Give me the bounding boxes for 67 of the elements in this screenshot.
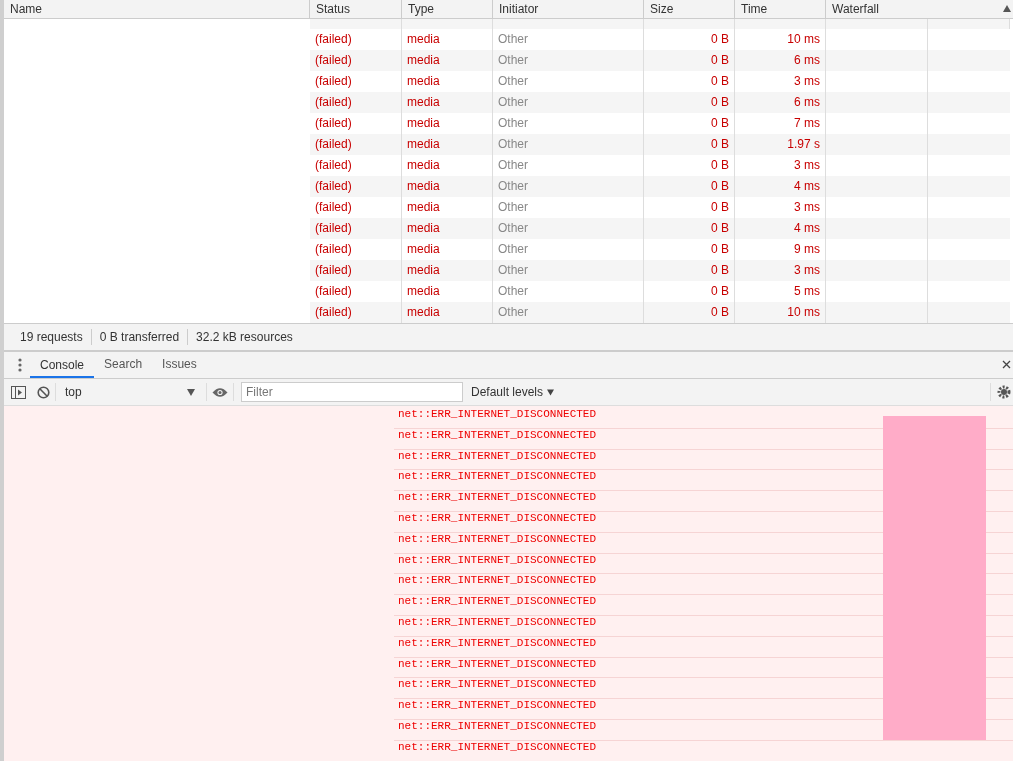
status-cell: (failed) — [310, 134, 402, 155]
error-message: net::ERR_INTERNET_DISCONNECTED — [397, 512, 597, 524]
summary-text: 0 B transferred — [91, 329, 189, 345]
type-cell: media — [402, 134, 493, 155]
size-cell: 0 B — [644, 50, 735, 71]
error-message: net::ERR_INTERNET_DISCONNECTED — [397, 491, 597, 504]
time-cell: 1.97 s — [735, 134, 826, 155]
column-header[interactable]: Type — [402, 0, 493, 18]
column-header[interactable]: Status — [310, 0, 402, 18]
error-message: net::ERR_INTERNET_DISCONNECTED — [397, 657, 597, 670]
time-cell: 6 ms — [735, 92, 826, 113]
error-message: net::ERR_INTERNET_DISCONNECTED — [397, 678, 597, 691]
error-message: net::ERR_INTERNET_DISCONNECTED — [397, 574, 597, 587]
error-message: net::ERR_INTERNET_DISCONNECTED — [397, 699, 597, 712]
initiator-cell: Other — [493, 50, 644, 71]
status-cell: (failed) — [310, 176, 402, 197]
drawer-tab[interactable]: Issues — [152, 352, 207, 378]
size-cell: 0 B — [644, 302, 735, 323]
time-cell: 3 ms — [735, 260, 826, 281]
initiator-cell: Other — [493, 302, 644, 323]
type-cell: media — [402, 176, 493, 197]
summary-text: 32.2 kB resources — [195, 329, 294, 345]
type-cell: media — [402, 50, 493, 71]
size-cell: 0 B — [644, 176, 735, 197]
status-cell: (failed) — [310, 260, 402, 281]
error-message: net::ERR_INTERNET_DISCONNECTED — [397, 740, 597, 753]
column-header[interactable]: Initiator — [493, 0, 644, 18]
size-cell: 0 B — [644, 260, 735, 281]
column-header[interactable]: Name — [4, 0, 310, 18]
error-message: net::ERR_INTERNET_DISCONNECTED — [397, 428, 597, 441]
size-cell: 0 B — [644, 92, 735, 113]
context-selector[interactable]: top — [61, 385, 201, 399]
type-cell: media — [402, 218, 493, 239]
initiator-cell: Other — [493, 176, 644, 197]
size-cell: 0 B — [644, 134, 735, 155]
error-message: net::ERR_INTERNET_DISCONNECTED — [397, 595, 597, 608]
error-message: net::ERR_INTERNET_DISCONNECTED — [397, 470, 597, 483]
status-cell: (failed) — [310, 302, 402, 323]
error-message: net::ERR_INTERNET_DISCONNECTED — [397, 615, 597, 628]
error-message: net::ERR_INTERNET_DISCONNECTED — [397, 449, 597, 462]
filter-field[interactable]: Filter — [241, 382, 463, 402]
error-message: net::ERR_INTERNET_DISCONNECTED — [397, 553, 597, 566]
initiator-cell: Other — [493, 134, 644, 155]
initiator-cell: Other — [493, 260, 644, 281]
error-message: net::ERR_INTERNET_DISCONNECTED — [397, 532, 597, 545]
column-header[interactable]: Time — [735, 0, 826, 18]
error-message: net::ERR_INTERNET_DISCONNECTED — [397, 719, 597, 732]
type-cell: media — [402, 92, 493, 113]
time-cell: 4 ms — [735, 218, 826, 239]
status-cell: (failed) — [310, 218, 402, 239]
levels-dropdown[interactable]: Default levels — [471, 385, 555, 399]
initiator-cell: Other — [493, 218, 644, 239]
type-cell: media — [402, 260, 493, 281]
time-cell: 10 ms — [735, 302, 826, 323]
time-cell: 6 ms — [735, 50, 826, 71]
summary-text: 19 requests — [12, 329, 92, 345]
time-cell: 4 ms — [735, 176, 826, 197]
error-message: net::ERR_INTERNET_DISCONNECTED — [397, 636, 597, 649]
type-cell: media — [402, 302, 493, 323]
drawer-tab[interactable]: Search — [94, 352, 153, 378]
initiator-cell: Other — [493, 92, 644, 113]
status-cell: (failed) — [310, 92, 402, 113]
error-message: net::ERR_INTERNET_DISCONNECTED — [397, 408, 597, 420]
column-header[interactable]: Size — [644, 0, 735, 18]
status-cell: (failed) — [310, 50, 402, 71]
column-header[interactable]: Waterfall — [826, 0, 1010, 18]
size-cell: 0 B — [644, 218, 735, 239]
